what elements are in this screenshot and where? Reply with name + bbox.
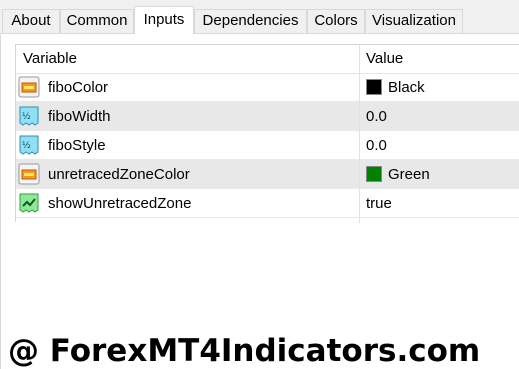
color-param-icon (18, 163, 40, 185)
tab-dependencies[interactable]: Dependencies (194, 9, 307, 33)
double-param-icon: ½ (19, 135, 39, 155)
tab-common[interactable]: Common (60, 9, 134, 33)
table-header: Variable Value (16, 45, 519, 74)
variable-value[interactable]: 0.0 (366, 102, 387, 131)
variable-name: unretracedZoneColor (48, 166, 190, 183)
inputs-table: Variable Value fiboColor Black ½ fiboWid… (15, 44, 519, 223)
svg-text:½: ½ (22, 141, 31, 151)
column-header-variable[interactable]: Variable (23, 45, 77, 73)
column-header-value[interactable]: Value (366, 45, 403, 73)
variable-name: fiboColor (48, 79, 109, 96)
watermark-text: @ ForexMT4Indicators.com (8, 333, 481, 369)
variable-name: showUnretracedZone (48, 195, 192, 212)
table-row[interactable]: unretracedZoneColor Green (16, 160, 519, 189)
table-row[interactable]: fiboColor Black (16, 73, 519, 102)
double-param-icon: ½ (19, 106, 39, 126)
color-swatch (366, 166, 382, 182)
table-row[interactable]: ½ fiboWidth 0.0 (16, 102, 519, 131)
column-divider (359, 45, 360, 223)
variable-value[interactable]: Black (388, 73, 425, 102)
bool-param-icon (19, 193, 39, 213)
panel-border (0, 34, 1, 369)
variable-value[interactable]: true (366, 189, 392, 218)
table-row[interactable]: ½ fiboStyle 0.0 (16, 131, 519, 160)
color-swatch (366, 79, 382, 95)
tab-colors[interactable]: Colors (307, 9, 365, 33)
variable-value[interactable]: 0.0 (366, 131, 387, 160)
tab-visualization[interactable]: Visualization (365, 9, 463, 33)
tab-about[interactable]: About (2, 9, 60, 33)
tab-bar: About Common Inputs Dependencies Colors … (0, 0, 519, 34)
variable-value[interactable]: Green (388, 160, 430, 189)
tab-inputs[interactable]: Inputs (134, 6, 194, 34)
variable-name: fiboWidth (48, 108, 111, 125)
svg-text:½: ½ (22, 112, 31, 122)
table-row[interactable]: showUnretracedZone true (16, 189, 519, 218)
color-param-icon (18, 76, 40, 98)
variable-name: fiboStyle (48, 137, 106, 154)
